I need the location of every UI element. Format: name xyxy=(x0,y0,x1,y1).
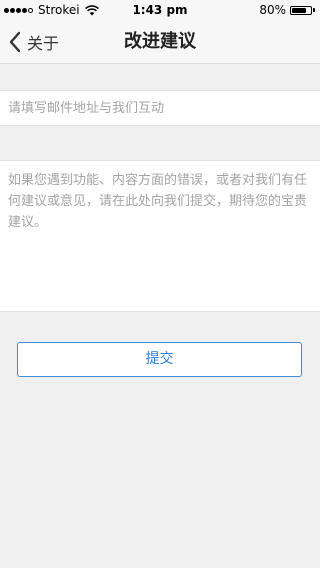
feedback-area xyxy=(0,160,320,312)
status-right: 80% xyxy=(259,3,315,17)
status-bar: Strokei 1:43 pm 80% xyxy=(0,0,320,20)
submit-button[interactable]: 提交 xyxy=(17,342,302,377)
email-field[interactable] xyxy=(0,91,320,125)
battery-percent: 80% xyxy=(259,3,286,17)
email-row xyxy=(0,90,320,126)
page-title: 改进建议 xyxy=(124,31,196,52)
nav-bar: 关于 改进建议 xyxy=(0,20,320,64)
battery-icon xyxy=(290,5,312,15)
feedback-textarea[interactable] xyxy=(0,161,320,311)
battery-cap xyxy=(313,8,315,12)
battery-fill xyxy=(292,7,306,13)
